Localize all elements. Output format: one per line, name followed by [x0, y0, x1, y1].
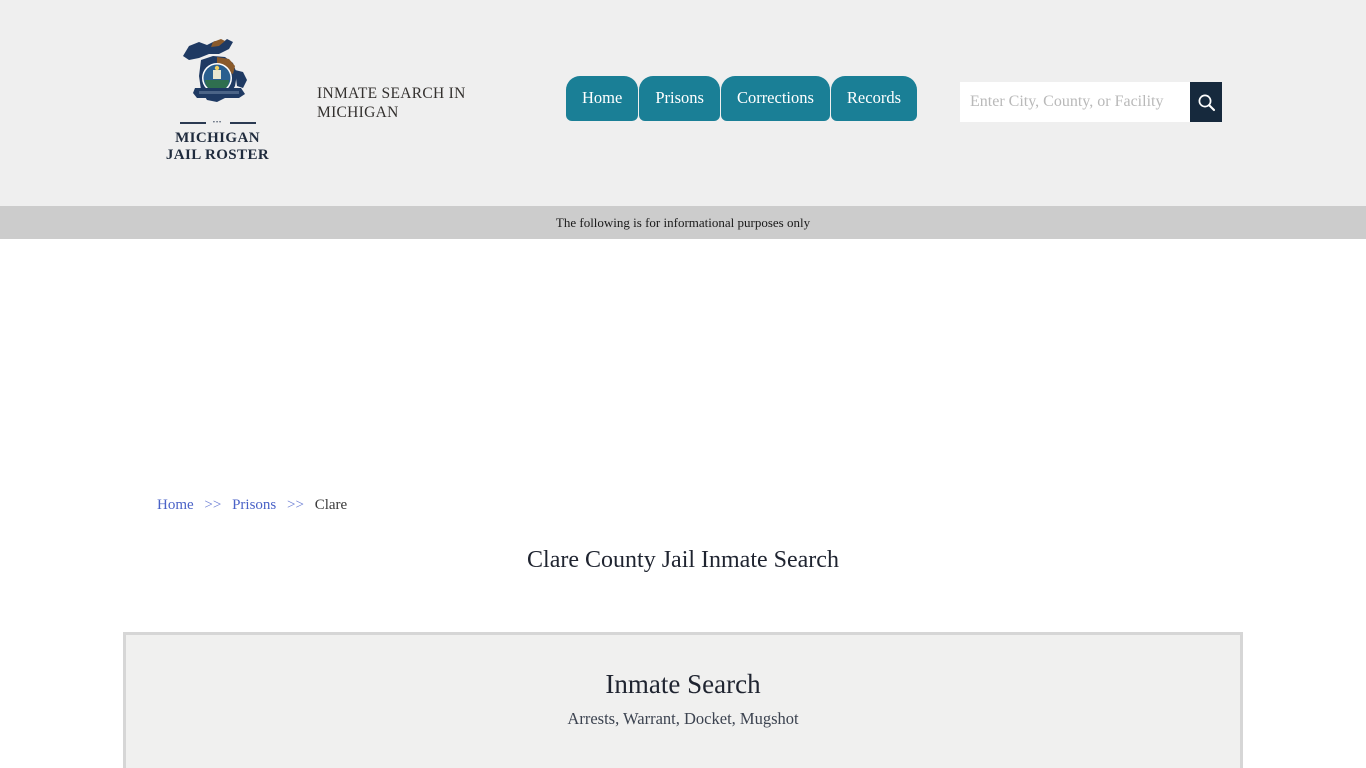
nav-tab-corrections[interactable]: Corrections [720, 76, 830, 121]
page-title: Clare County Jail Inmate Search [527, 547, 839, 573]
logo-text-line1: MICHIGAN [175, 130, 260, 146]
site-header: ••• MICHIGAN JAIL ROSTER INMATE SEARCH I… [0, 0, 1366, 206]
logo-dots: ••• [212, 120, 223, 126]
nav-tab-home[interactable]: Home [566, 76, 639, 121]
site-logo[interactable]: ••• MICHIGAN JAIL ROSTER [155, 30, 280, 164]
breadcrumb-separator: >> [287, 497, 304, 513]
header-search-input[interactable] [960, 82, 1190, 122]
site-tagline: INMATE SEARCH IN MICHIGAN [317, 85, 466, 121]
search-icon [1198, 94, 1215, 111]
header-search [960, 82, 1222, 122]
breadcrumb-separator: >> [204, 497, 222, 513]
breadcrumb-item-current: Clare [314, 497, 348, 513]
nav-tab-prisons[interactable]: Prisons [639, 76, 720, 121]
logo-text-line2: JAIL ROSTER [165, 147, 270, 163]
panel-title: Inmate Search [605, 669, 761, 699]
header-search-button[interactable] [1190, 82, 1222, 122]
informational-notice-bar: The following is for informational purpo… [0, 206, 1366, 239]
inmate-search-panel: Inmate Search Arrests, Warrant, Docket, … [123, 632, 1243, 768]
logo-divider: ••• [179, 120, 256, 126]
panel-subtitle: Arrests, Warrant, Docket, Mugshot [567, 708, 799, 728]
breadcrumb-item-prisons[interactable]: Prisons [232, 497, 276, 513]
notice-text: The following is for informational purpo… [555, 214, 811, 230]
main-navigation: Home Prisons Corrections Records [566, 76, 917, 121]
breadcrumb-item-home[interactable]: Home [157, 497, 194, 513]
nav-tab-records[interactable]: Records [830, 76, 917, 121]
breadcrumb: Home >> Prisons >> Clare [157, 497, 347, 514]
michigan-state-outline-icon [183, 39, 247, 102]
